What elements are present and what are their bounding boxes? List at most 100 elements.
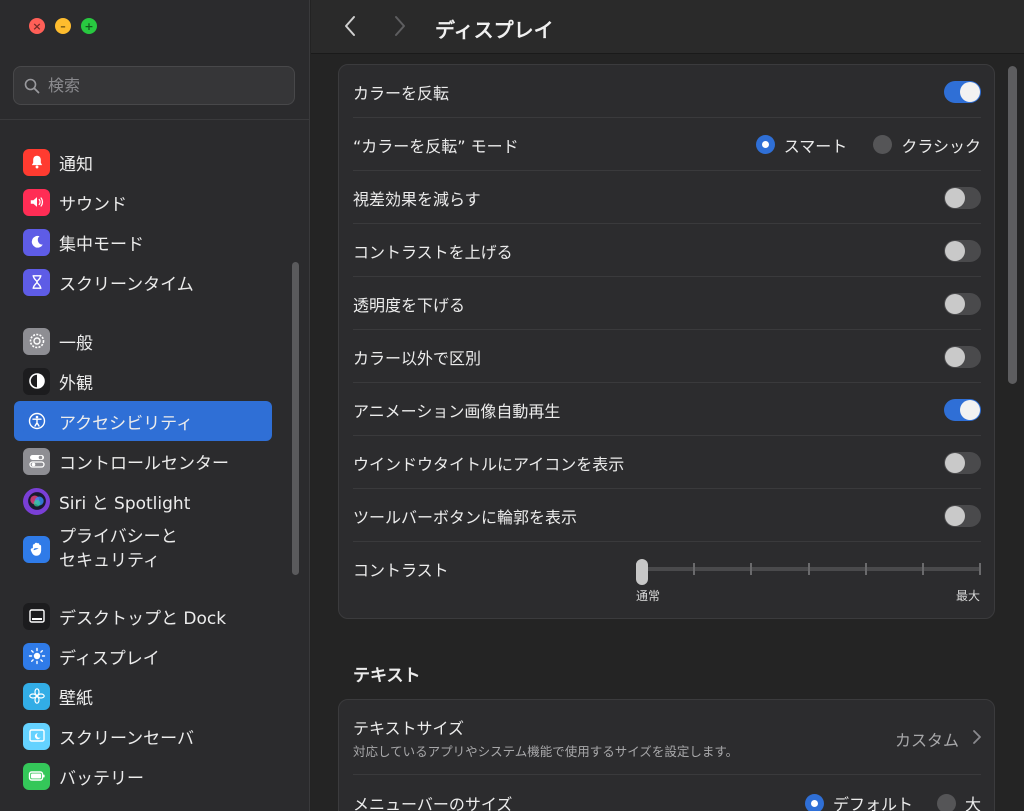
hourglass-icon [23,268,50,296]
text-size-description: 対応しているアプリやシステム機能で使用するサイズを設定します。 [353,744,739,759]
sidebar-item-appearance[interactable]: 外観 [14,361,272,401]
window-title-icons-row: ウインドウタイトルにアイコンを表示 [339,436,994,489]
increase-contrast-toggle[interactable] [944,239,981,262]
back-button[interactable] [338,13,362,39]
screensaver-icon [23,722,50,750]
sidebar-item-speaker[interactable]: サウンド [14,182,272,222]
sidebar-item-label: ディスプレイ [59,648,160,669]
toggle-knob [960,81,980,102]
sidebar-item-label: Siri と Spotlight [59,493,191,514]
autoplay-animated-images-row: アニメーション画像自動再生 [339,383,994,436]
sidebar-list: 通知サウンド集中モードスクリーンタイム一般外観アクセシビリティコントロールセンタ… [14,142,272,796]
sidebar-item-label: デスクトップと Dock [59,608,227,629]
invert-mode-classic-radio[interactable]: クラシック [873,133,981,157]
display-contrast-label: コントラスト [353,560,449,580]
invert-colors-toggle[interactable] [944,80,981,103]
plus-icon: + [84,19,94,33]
autoplay-animated-images-toggle[interactable] [944,398,981,421]
sidebar-item-bell[interactable]: 通知 [14,142,272,182]
radio-unselected-icon [873,135,893,154]
main-scrollbar[interactable] [1008,66,1017,384]
search-input[interactable] [48,76,268,95]
menu-bar-size-radio-group: デフォルト 大 [804,791,981,811]
toggle-knob [945,293,965,314]
gear-icon [23,327,50,355]
slider-tick [808,563,810,575]
toggles-icon [23,447,50,475]
sidebar-item-sun[interactable]: ディスプレイ [14,636,272,676]
window-controls: × – + [29,18,97,34]
toggle-knob [945,240,965,261]
reduce-motion-row: 視差効果を減らす [339,171,994,224]
zoom-window-button[interactable]: + [81,18,97,34]
toolbar: ディスプレイ [311,0,1024,54]
sidebar-item-label: 外観 [59,373,93,394]
speaker-icon [23,188,50,216]
sidebar-item-accessibility[interactable]: アクセシビリティ [14,401,272,441]
sidebar-item-label: アクセシビリティ [59,413,194,434]
appearance-icon [23,367,50,395]
sidebar-item-label: 集中モード [59,234,144,255]
sidebar-item-label: スクリーンタイム [59,274,194,295]
reduce-transparency-row: 透明度を下げる [339,277,994,330]
menu-bar-size-large-label: 大 [964,795,981,811]
page-title: ディスプレイ [435,18,554,42]
display-settings-panel: カラーを反転 “カラーを反転” モード スマート クラシック 視差効果を減らす … [338,64,995,619]
slider-min-label: 通常 [636,589,661,603]
increase-contrast-label: コントラストを上げる [353,242,513,262]
invert-mode-label: “カラーを反転” モード [353,136,519,156]
flower-icon [23,682,50,710]
settings-window: × – + 通知サウンド集中モードスクリーンタイム一般外観アクセシビリティコント… [0,0,1024,811]
differentiate-without-color-label: カラー以外で区別 [353,348,482,368]
slider-thumb[interactable] [636,559,648,585]
autoplay-animated-images-label: アニメーション画像自動再生 [353,401,561,421]
invert-mode-smart-radio[interactable]: スマート [755,133,847,157]
search-field[interactable] [13,66,295,105]
toolbar-button-shapes-label: ツールバーボタンに輪郭を表示 [353,507,578,527]
sidebar-item-siri[interactable]: Siri と Spotlight [14,481,272,521]
window-title-icons-label: ウインドウタイトルにアイコンを表示 [353,454,625,474]
row-divider [353,774,981,775]
minimize-window-button[interactable]: – [55,18,71,34]
text-size-label: テキストサイズ [353,719,465,738]
minimize-icon: – [60,19,66,33]
differentiate-without-color-row: カラー以外で区別 [339,330,994,383]
sidebar-item-hand[interactable]: プライバシーと セキュリティ [14,521,272,577]
siri-icon [23,487,50,515]
bell-icon [23,148,50,176]
forward-button[interactable] [388,13,412,39]
sidebar-item-label: バッテリー [59,768,144,789]
sidebar-item-battery[interactable]: バッテリー [14,756,272,796]
sidebar-item-label: サウンド [59,194,127,215]
battery-icon [23,762,50,790]
menu-bar-size-default-radio[interactable]: デフォルト [804,791,913,811]
close-window-button[interactable]: × [29,18,45,34]
sidebar-item-screensaver[interactable]: スクリーンセーバ [14,716,272,756]
main-pane: ディスプレイ カラーを反転 “カラーを反転” モード スマート クラシック 視差… [311,0,1024,811]
invert-colors-label: カラーを反転 [353,83,450,103]
sidebar-item-toggles[interactable]: コントロールセンター [14,441,272,481]
sidebar-item-dock[interactable]: デスクトップと Dock [14,596,272,636]
sidebar-item-moon[interactable]: 集中モード [14,222,272,262]
sidebar-item-hourglass[interactable]: スクリーンタイム [14,262,272,302]
sidebar-item-gear[interactable]: 一般 [14,321,272,361]
differentiate-without-color-toggle[interactable] [944,345,981,368]
reduce-transparency-label: 透明度を下げる [353,295,466,315]
slider-max-label: 最大 [955,589,980,603]
chevron-right-icon [395,16,405,36]
reduce-transparency-toggle[interactable] [944,292,981,315]
toolbar-button-shapes-toggle[interactable] [944,504,981,527]
reduce-motion-toggle[interactable] [944,186,981,209]
menu-bar-size-large-radio[interactable]: 大 [936,791,981,811]
sidebar-scrollbar[interactable] [292,262,299,575]
invert-colors-row: カラーを反転 [339,65,994,118]
sidebar-item-flower[interactable]: 壁紙 [14,676,272,716]
display-contrast-slider[interactable] [636,559,981,589]
window-title-icons-toggle[interactable] [944,451,981,474]
accessibility-icon [23,407,50,435]
toolbar-button-shapes-row: ツールバーボタンに輪郭を表示 [339,489,994,542]
sidebar-item-label: スクリーンセーバ [59,728,194,749]
chevron-right-icon [973,730,981,744]
